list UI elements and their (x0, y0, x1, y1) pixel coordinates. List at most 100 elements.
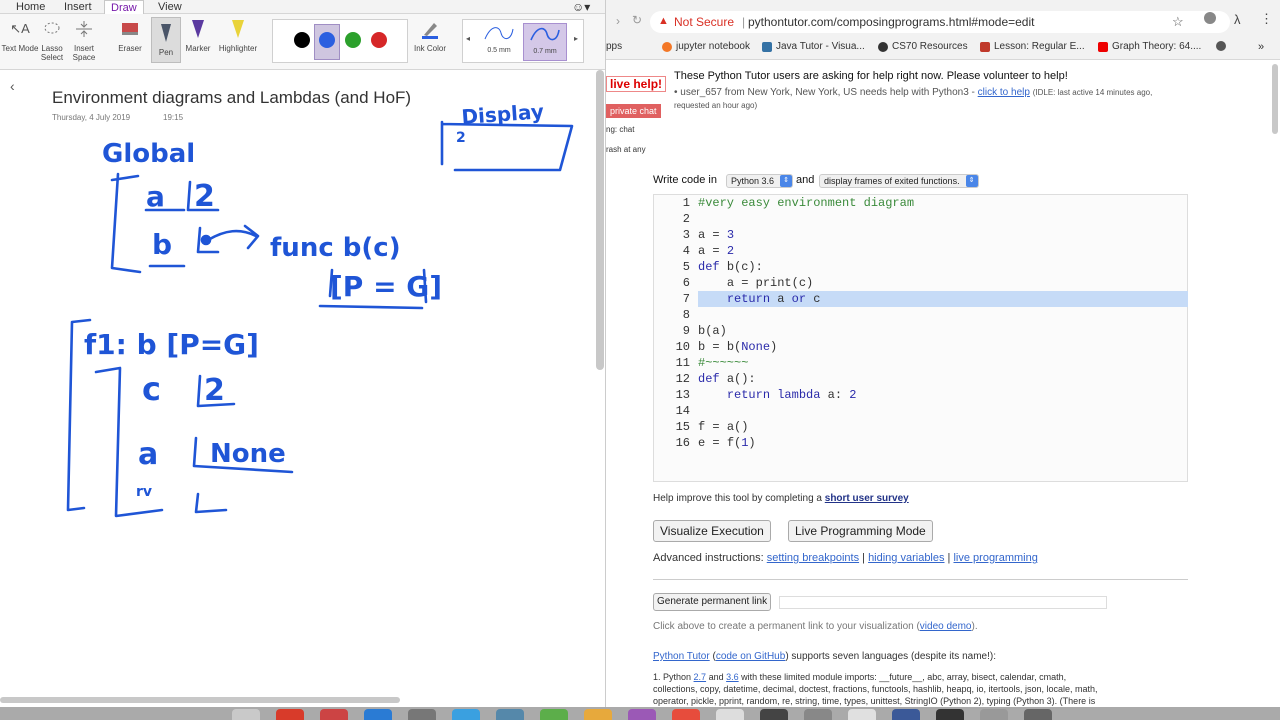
python-modules-line-2: collections, copy, datetime, decimal, do… (653, 684, 1098, 694)
dock-app-icon[interactable] (540, 709, 568, 720)
live-programming-link[interactable]: live programming (953, 552, 1037, 564)
tab-insert[interactable]: Insert (64, 0, 92, 14)
survey-link[interactable]: short user survey (825, 493, 909, 504)
bookmarks-overflow-icon[interactable]: » (1258, 41, 1264, 53)
private-chat-button[interactable]: private chat (606, 104, 661, 118)
click-to-help-link[interactable]: click to help (978, 87, 1030, 98)
forward-icon[interactable]: › (616, 14, 620, 28)
line-number: 2 (682, 212, 690, 226)
bookmark-jupyter-label: jupyter notebook (676, 41, 750, 52)
python27-link[interactable]: 2.7 (694, 672, 707, 682)
github-link[interactable]: code on GitHub (716, 651, 786, 662)
dock-app-icon[interactable] (232, 709, 260, 720)
dock-app-icon[interactable] (892, 709, 920, 720)
ink-canvas[interactable]: Display 2 Global a 2 b func b(c) [P = G]… (0, 70, 605, 700)
dock-app-icon[interactable] (452, 709, 480, 720)
dock-app-icon[interactable] (496, 709, 524, 720)
size-next-arrow-icon[interactable]: ▸ (574, 34, 578, 43)
code-editor[interactable]: 1 #very easy environment diagram 2 3 a = 34a… (653, 194, 1188, 482)
color-swatch-black[interactable] (294, 32, 310, 48)
code-token: ): (748, 260, 763, 274)
page-scrollbar[interactable] (1272, 64, 1278, 134)
display-frames-select[interactable]: display frames of exited functions. ⇕ (819, 174, 979, 188)
reload-icon[interactable]: ↻ (632, 13, 642, 27)
line-number: 5 (682, 260, 690, 274)
tab-draw[interactable]: Draw (104, 0, 144, 14)
color-swatch-green[interactable] (345, 32, 361, 48)
dock-app-icon[interactable] (408, 709, 436, 720)
bookmark-cs70-label: CS70 Resources (892, 41, 968, 52)
code-token: lambda (777, 388, 821, 402)
python-version-select[interactable]: Python 3.6 ⇕ (726, 174, 794, 188)
insert-space-tool[interactable]: Insert Space (64, 14, 104, 70)
permalink-help-end: ). (971, 621, 978, 632)
feedback-smiley-icon[interactable]: ☺▾ (572, 0, 590, 14)
code-token: : (834, 388, 850, 402)
dock-app-icon[interactable] (672, 709, 700, 720)
dock-app-icon[interactable] (1024, 709, 1052, 720)
star-icon[interactable]: ☆ (1172, 14, 1184, 30)
line-number: 9 (682, 324, 690, 338)
help-note: (IDLE: last active 14 minutes ago, (1032, 88, 1153, 97)
python-tutor-link[interactable]: Python Tutor (653, 651, 710, 662)
dock-app-icon[interactable] (936, 709, 964, 720)
dock-app-icon[interactable] (276, 709, 304, 720)
color-swatch-red[interactable] (371, 32, 387, 48)
ink-two-top: 2 (456, 130, 466, 146)
global-frame-bracket (110, 172, 142, 274)
highlighter-icon (218, 14, 258, 44)
permalink-field[interactable] (779, 596, 1107, 609)
dock-app-icon[interactable] (804, 709, 832, 720)
live-programming-button[interactable]: Live Programming Mode (788, 520, 933, 542)
code-token: = (705, 340, 727, 354)
bookmark-lesson[interactable]: Lesson: Regular E... (980, 41, 1085, 52)
menu-dots-icon[interactable]: ⋮ (1260, 11, 1273, 27)
code-token: = (734, 276, 756, 290)
hiding-variables-link[interactable]: hiding variables (868, 552, 944, 564)
dock-app-icon[interactable] (628, 709, 656, 720)
eraser-tool[interactable]: Eraser (110, 14, 150, 70)
bookmark-cs70[interactable]: CS70 Resources (878, 41, 968, 52)
size-option-thin[interactable]: 0.5 mm (477, 23, 521, 61)
dock-app-icon[interactable] (980, 709, 1008, 720)
pen-tool[interactable]: Pen (151, 17, 181, 63)
dock-app-icon[interactable] (760, 709, 788, 720)
ribbon-tabs: Home Insert Draw View ☺▾ (0, 0, 605, 14)
page-horizontal-scrollbar[interactable] (0, 697, 400, 703)
dock-app-icon[interactable] (584, 709, 612, 720)
python36-link[interactable]: 3.6 (726, 672, 739, 682)
color-swatch-blue[interactable] (319, 32, 335, 48)
generate-link-button[interactable]: Generate permanent link (653, 593, 772, 611)
extension-icon[interactable] (1204, 12, 1216, 24)
marker-tool[interactable]: Marker (178, 14, 218, 70)
code-token: ( (791, 276, 799, 290)
highlighter-tool[interactable]: Highlighter (218, 14, 258, 70)
dock-app-icon[interactable] (716, 709, 744, 720)
video-demo-link[interactable]: video demo (920, 621, 972, 632)
survey-prompt: Help improve this tool by completing a s… (653, 493, 909, 504)
page-vertical-scrollbar[interactable] (596, 70, 604, 370)
bookmark-graph-theory[interactable]: Graph Theory: 64.... (1098, 41, 1201, 52)
address-bar[interactable]: ▲ Not Secure | pythontutor.com/composing… (650, 11, 1230, 33)
dock-app-icon[interactable] (364, 709, 392, 720)
bookmark-globe[interactable] (1216, 41, 1226, 51)
setting-breakpoints-link[interactable]: setting breakpoints (767, 552, 859, 564)
permalink-help: Click above to create a permanent link t… (653, 621, 978, 632)
pen-icon (152, 18, 180, 48)
size-prev-arrow-icon[interactable]: ◂ (466, 34, 470, 43)
size-option-medium[interactable]: 0.7 mm (523, 23, 567, 61)
lambda-extension-icon[interactable]: λ (1234, 12, 1241, 27)
tab-home[interactable]: Home (16, 0, 45, 14)
bookmark-java-tutor[interactable]: Java Tutor - Visua... (762, 41, 865, 52)
ink-color-tool[interactable]: Ink Color (410, 14, 450, 70)
live-help-button[interactable]: live help! (606, 76, 667, 92)
bookmark-jupyter[interactable]: jupyter notebook (662, 41, 750, 52)
bookmark-apps[interactable]: pps (606, 41, 622, 52)
visualize-execution-button[interactable]: Visualize Execution (653, 520, 771, 542)
dock-app-icon[interactable] (320, 709, 348, 720)
dock-app-icon[interactable] (848, 709, 876, 720)
tab-view[interactable]: View (158, 0, 182, 14)
code-line: def a(): (698, 372, 756, 386)
